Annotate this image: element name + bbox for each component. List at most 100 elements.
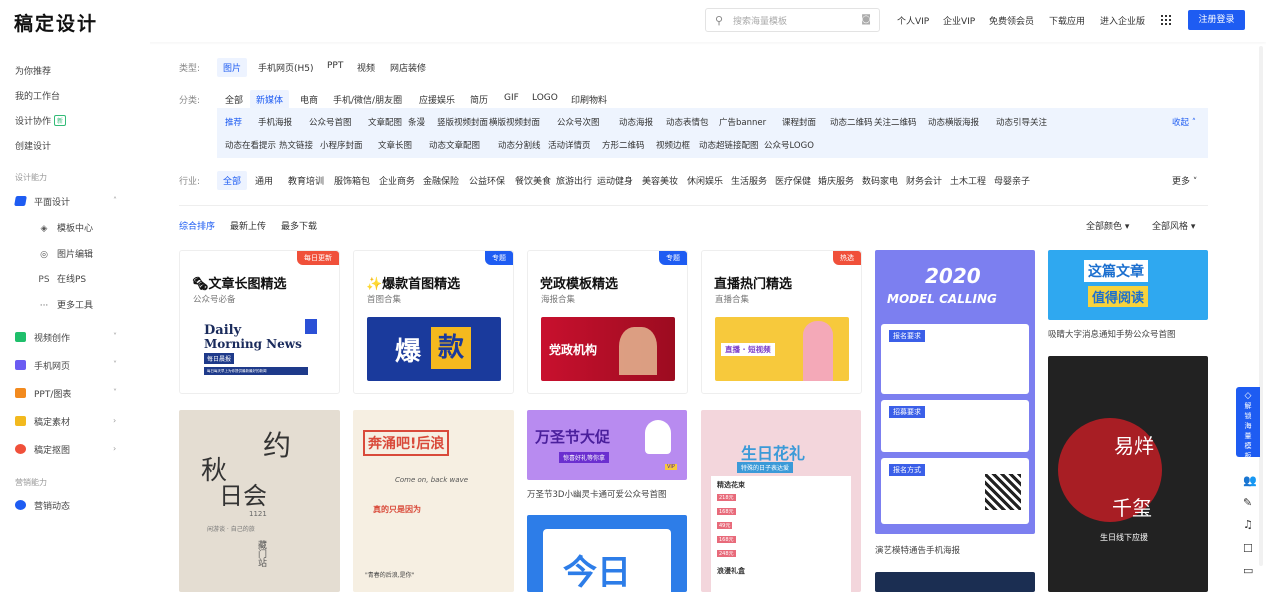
type-video[interactable]: 视频 bbox=[357, 61, 375, 74]
subcat-row1-10[interactable]: 广告banner bbox=[719, 116, 766, 128]
industry-18[interactable]: 母婴亲子 bbox=[994, 174, 1030, 187]
cat-ecommerce[interactable]: 电商 bbox=[300, 93, 318, 106]
template-thumb-today[interactable]: 今日 bbox=[527, 515, 687, 592]
sidebar-item-video[interactable]: 视频创作 bbox=[15, 331, 70, 344]
style-filter-dropdown[interactable]: 全部风格 ▾ bbox=[1152, 219, 1195, 232]
subcat-row1-11[interactable]: 课程封面 bbox=[782, 116, 816, 128]
logo[interactable]: 稿定设计 bbox=[14, 9, 98, 36]
subcat-row2-10[interactable]: 公众号LOGO bbox=[764, 139, 814, 151]
subcat-row1-6[interactable]: 横版视频封面 bbox=[489, 116, 540, 128]
nav-personal-vip[interactable]: 个人VIP bbox=[897, 14, 929, 27]
nav-enterprise-vip[interactable]: 企业VIP bbox=[943, 14, 975, 27]
subcat-row2-2[interactable]: 小程序封面 bbox=[320, 139, 363, 151]
search-input[interactable]: 搜索海量模板 bbox=[733, 14, 787, 27]
industry-6[interactable]: 公益环保 bbox=[469, 174, 505, 187]
subcat-row1-1[interactable]: 手机海报 bbox=[258, 116, 292, 128]
template-thumb-halloween[interactable]: 万圣节大促 惊喜好礼等你拿 VIP bbox=[527, 410, 687, 480]
subcat-row2-0[interactable]: 动态在看提示 bbox=[225, 139, 276, 151]
cat-logo[interactable]: LOGO bbox=[532, 93, 558, 103]
collapse-button[interactable]: 收起 ˄ bbox=[1172, 116, 1196, 128]
sidebar-item-flat-design[interactable]: 平面设计 bbox=[14, 195, 70, 208]
camera-icon[interactable]: ◙ bbox=[861, 14, 871, 25]
subcat-row1-3[interactable]: 文章配图 bbox=[368, 116, 402, 128]
subcat-row1-4[interactable]: 条漫 bbox=[408, 116, 425, 128]
cat-all[interactable]: 全部 bbox=[225, 93, 243, 106]
nav-enterprise-edition[interactable]: 进入企业版 bbox=[1100, 14, 1145, 27]
industry-2[interactable]: 教育培训 bbox=[288, 174, 324, 187]
sidebar-item-h5[interactable]: 手机网页 bbox=[15, 359, 70, 372]
subcat-row1-14[interactable]: 动态横版海报 bbox=[928, 116, 979, 128]
subcat-row1-0[interactable]: 推荐 bbox=[225, 116, 242, 128]
industry-more-button[interactable]: 更多 ˅ bbox=[1172, 174, 1197, 187]
industry-9[interactable]: 运动健身 bbox=[597, 174, 633, 187]
headset-icon[interactable]: ♫ bbox=[1243, 518, 1253, 531]
industry-7[interactable]: 餐饮美食 bbox=[515, 174, 551, 187]
industry-16[interactable]: 财务会计 bbox=[906, 174, 942, 187]
industry-15[interactable]: 数码家电 bbox=[862, 174, 898, 187]
subcat-row2-6[interactable]: 活动详情页 bbox=[548, 139, 591, 151]
feedback-icon[interactable]: ☐ bbox=[1243, 542, 1253, 555]
sidebar-item-marketing[interactable]: 营销动态 bbox=[15, 499, 70, 512]
chevron-up-icon[interactable]: ˄ bbox=[113, 196, 117, 205]
industry-0[interactable]: 全部 bbox=[217, 171, 248, 190]
type-shop[interactable]: 网店装修 bbox=[390, 61, 426, 74]
type-ppt[interactable]: PPT bbox=[327, 61, 343, 71]
sidebar-item-material[interactable]: 稿定素材 bbox=[15, 415, 70, 428]
template-thumb-next[interactable] bbox=[875, 572, 1035, 592]
users-icon[interactable]: 👥 bbox=[1243, 474, 1257, 487]
cat-resume[interactable]: 简历 bbox=[470, 93, 488, 106]
apps-grid-icon[interactable] bbox=[1161, 15, 1171, 25]
industry-1[interactable]: 通用 bbox=[255, 174, 273, 187]
subcat-row2-7[interactable]: 方形二维码 bbox=[602, 139, 645, 151]
sort-newest[interactable]: 最新上传 bbox=[230, 219, 266, 232]
industry-10[interactable]: 美容美妆 bbox=[642, 174, 678, 187]
cat-new-media[interactable]: 新媒体 bbox=[250, 90, 290, 109]
collection-card-party[interactable]: 党政模板精选 海报合集 专题 党政机构 bbox=[527, 250, 688, 394]
template-thumb-autumn[interactable]: 约 秋 日会 1121 闲游谈 · 自己的旅 藏门站 bbox=[179, 410, 340, 592]
industry-17[interactable]: 土木工程 bbox=[950, 174, 986, 187]
cat-mobile[interactable]: 手机/微信/朋友圈 bbox=[333, 93, 402, 106]
industry-4[interactable]: 企业商务 bbox=[379, 174, 415, 187]
cat-fan[interactable]: 应援娱乐 bbox=[419, 93, 455, 106]
scrollbar[interactable] bbox=[1259, 46, 1263, 566]
chevron-right-icon[interactable]: › bbox=[113, 416, 116, 425]
subcat-row1-8[interactable]: 动态海报 bbox=[619, 116, 653, 128]
industry-12[interactable]: 生活服务 bbox=[731, 174, 767, 187]
template-thumb-birthday-flowers[interactable]: 生日花礼 特殊的日子表达爱 精选花束 218元 168元 49元 168元 24… bbox=[701, 410, 861, 592]
sidebar-item-recommend[interactable]: 为你推荐 bbox=[15, 64, 51, 77]
sidebar-item-cutout[interactable]: 稿定抠图 bbox=[15, 443, 70, 456]
sidebar-item-create[interactable]: 创建设计 bbox=[15, 139, 51, 152]
subcat-row1-15[interactable]: 动态引导关注 bbox=[996, 116, 1047, 128]
template-thumb-worth-reading[interactable]: 这篇文章 值得阅读 bbox=[1048, 250, 1208, 320]
subcat-row2-5[interactable]: 动态分割线 bbox=[498, 139, 541, 151]
industry-11[interactable]: 休闲娱乐 bbox=[687, 174, 723, 187]
collection-card-long-article[interactable]: 🗞文章长图精选 公众号必备 每日更新 Daily Morning News 每日… bbox=[179, 250, 340, 394]
chevron-down-icon[interactable]: ˅ bbox=[113, 332, 117, 341]
collection-card-live[interactable]: 直播热门精选 直播合集 热选 直播 · 短视频 bbox=[701, 250, 862, 394]
search-box[interactable]: ⚲ 搜索海量模板 ◙ bbox=[705, 8, 880, 32]
subcat-row1-2[interactable]: 公众号首图 bbox=[309, 116, 352, 128]
template-thumb-birthday-support[interactable]: 易烊 千玺 生日线下应援 bbox=[1048, 356, 1208, 592]
cat-gif[interactable]: GIF bbox=[504, 93, 519, 103]
subcat-row2-3[interactable]: 文章长图 bbox=[378, 139, 412, 151]
sidebar-item-collab[interactable]: 设计协作新 bbox=[15, 114, 67, 127]
subcat-row2-8[interactable]: 视频边框 bbox=[656, 139, 690, 151]
sidebar-sub-image-edit[interactable]: ◎ 图片编辑 bbox=[38, 247, 93, 260]
sidebar-item-ppt[interactable]: PPT/图表 bbox=[15, 387, 71, 400]
subcat-row2-9[interactable]: 动态超链接配图 bbox=[699, 139, 759, 151]
message-icon[interactable]: ▭ bbox=[1243, 564, 1253, 577]
industry-13[interactable]: 医疗保健 bbox=[775, 174, 811, 187]
industry-14[interactable]: 婚庆服务 bbox=[818, 174, 854, 187]
nav-download-app[interactable]: 下载应用 bbox=[1049, 14, 1085, 27]
industry-5[interactable]: 金融保险 bbox=[423, 174, 459, 187]
type-h5[interactable]: 手机网页(H5) bbox=[258, 61, 314, 74]
cat-print[interactable]: 印刷物料 bbox=[571, 93, 607, 106]
industry-8[interactable]: 旅游出行 bbox=[556, 174, 592, 187]
type-image[interactable]: 图片 bbox=[217, 58, 248, 77]
subcat-row1-9[interactable]: 动态表情包 bbox=[666, 116, 709, 128]
sort-comprehensive[interactable]: 综合排序 bbox=[179, 219, 215, 232]
subcat-row1-5[interactable]: 竖版视频封面 bbox=[437, 116, 488, 128]
chevron-right-icon[interactable]: › bbox=[113, 444, 116, 453]
template-thumb-model-calling[interactable]: 2020 MODEL CALLING 报名要求 招募要求 报名方式 bbox=[875, 250, 1035, 534]
subcat-row2-1[interactable]: 热文链接 bbox=[279, 139, 313, 151]
